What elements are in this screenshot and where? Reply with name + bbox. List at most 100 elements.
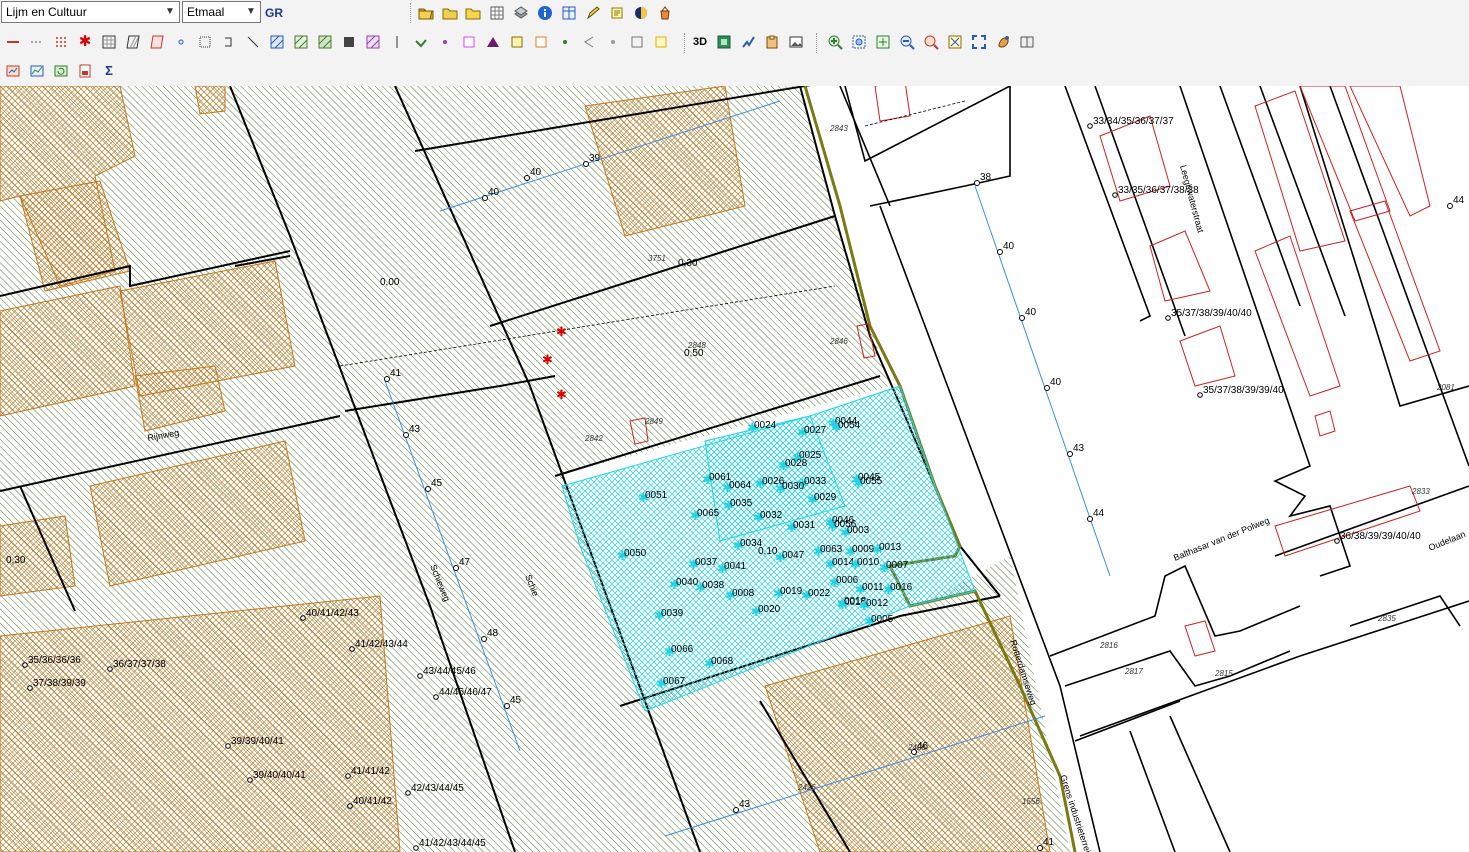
chart-icon[interactable] xyxy=(27,61,47,81)
star-red-icon[interactable]: ✱ xyxy=(556,324,567,339)
hatch-purple-icon[interactable] xyxy=(363,32,383,52)
pan-icon[interactable] xyxy=(993,32,1013,52)
filled-square-icon[interactable] xyxy=(339,32,359,52)
address-marker[interactable] xyxy=(413,845,419,851)
fullscreen-icon[interactable] xyxy=(969,32,989,52)
grid-window-icon[interactable] xyxy=(487,3,507,23)
pencil-icon[interactable] xyxy=(583,3,603,23)
corner-icon[interactable] xyxy=(219,32,239,52)
address-marker[interactable] xyxy=(1334,538,1340,544)
address-marker[interactable] xyxy=(1197,392,1203,398)
yellow-box-icon[interactable] xyxy=(651,32,671,52)
angle-icon[interactable] xyxy=(579,32,599,52)
elevation-marker[interactable] xyxy=(482,195,488,201)
hatch-square-icon[interactable] xyxy=(99,32,119,52)
address-marker[interactable] xyxy=(349,646,355,652)
vertical-line-icon[interactable] xyxy=(387,32,407,52)
box-outline-icon[interactable] xyxy=(627,32,647,52)
elevation-marker[interactable] xyxy=(1067,451,1073,457)
dot-grid-icon[interactable] xyxy=(51,32,71,52)
address-marker[interactable] xyxy=(405,790,411,796)
refresh-icon[interactable] xyxy=(51,61,71,81)
address-marker[interactable] xyxy=(347,803,353,809)
theme-icon[interactable] xyxy=(631,3,651,23)
address-marker[interactable] xyxy=(1165,315,1171,321)
sigma-icon[interactable]: Σ xyxy=(99,61,119,81)
address-marker[interactable] xyxy=(247,777,253,783)
address-marker[interactable] xyxy=(22,662,28,668)
elevation-marker[interactable] xyxy=(384,376,390,382)
orange-square-icon[interactable] xyxy=(531,32,551,52)
bucket-icon[interactable] xyxy=(655,3,675,23)
info-icon[interactable] xyxy=(535,3,555,23)
elevation-marker[interactable] xyxy=(1044,385,1050,391)
elevation-marker[interactable] xyxy=(504,703,510,709)
layer-select[interactable]: Lijm en Cultuur ▼ xyxy=(1,1,180,23)
address-marker[interactable] xyxy=(225,743,231,749)
dotted-square-icon[interactable] xyxy=(195,32,215,52)
dot-purple-icon[interactable] xyxy=(435,32,455,52)
zoom-out-icon[interactable] xyxy=(897,32,917,52)
elevation-marker[interactable] xyxy=(911,749,917,755)
route-icon[interactable] xyxy=(738,32,758,52)
notes-icon[interactable] xyxy=(607,3,627,23)
elevation-marker[interactable] xyxy=(1087,516,1093,522)
zoom-fit-icon[interactable] xyxy=(945,32,965,52)
hatch-parallel-icon[interactable] xyxy=(123,32,143,52)
elevation-marker[interactable] xyxy=(997,249,1003,255)
hatch-green-icon[interactable] xyxy=(315,32,335,52)
yellow-square-icon[interactable] xyxy=(507,32,527,52)
address-marker[interactable] xyxy=(417,673,423,679)
elevation-marker[interactable] xyxy=(1447,203,1453,209)
screen-capture-icon[interactable] xyxy=(714,32,734,52)
split-view-icon[interactable] xyxy=(1017,32,1037,52)
elevation-marker[interactable] xyxy=(1019,315,1025,321)
folder-yellow-icon[interactable] xyxy=(463,3,483,23)
table-icon[interactable] xyxy=(559,3,579,23)
image-icon[interactable] xyxy=(786,32,806,52)
star-red-icon[interactable]: ✱ xyxy=(75,32,95,52)
address-marker[interactable] xyxy=(345,773,351,779)
zoom-extent-icon[interactable] xyxy=(849,32,869,52)
diagonal-line-icon[interactable] xyxy=(243,32,263,52)
zoom-window-icon[interactable] xyxy=(873,32,893,52)
magenta-square-icon[interactable] xyxy=(459,32,479,52)
gray-dot-icon[interactable] xyxy=(603,32,623,52)
elevation-marker[interactable] xyxy=(453,565,459,571)
zoom-prev-icon[interactable] xyxy=(921,32,941,52)
elevation-marker[interactable] xyxy=(425,486,431,492)
clipboard-icon[interactable] xyxy=(762,32,782,52)
line-icon[interactable] xyxy=(3,32,23,52)
report-icon[interactable] xyxy=(3,61,23,81)
check-line-icon[interactable] xyxy=(411,32,431,52)
elevation-marker[interactable] xyxy=(524,175,530,181)
3d-icon[interactable]: 3D xyxy=(690,32,710,52)
dashed-line-icon[interactable] xyxy=(27,32,47,52)
address-marker[interactable] xyxy=(1087,123,1093,129)
hatch-red-icon[interactable] xyxy=(147,32,167,52)
export-icon[interactable] xyxy=(75,61,95,81)
address-marker[interactable] xyxy=(27,685,33,691)
elevation-marker[interactable] xyxy=(481,636,487,642)
folder-open-icon[interactable] xyxy=(416,3,436,23)
hatch-green-icon[interactable] xyxy=(291,32,311,52)
period-select[interactable]: Etmaal ▼ xyxy=(182,1,261,23)
folder-icon[interactable] xyxy=(440,3,460,23)
elevation-marker[interactable] xyxy=(974,180,980,186)
elevation-marker[interactable] xyxy=(733,807,739,813)
star-red-icon[interactable]: ✱ xyxy=(542,352,553,367)
elevation-marker[interactable] xyxy=(583,161,589,167)
gr-button[interactable]: GR xyxy=(265,6,283,20)
zoom-in-icon[interactable] xyxy=(825,32,845,52)
triangle-icon[interactable] xyxy=(483,32,503,52)
address-marker[interactable] xyxy=(433,694,439,700)
elevation-marker[interactable] xyxy=(403,432,409,438)
elevation-marker[interactable] xyxy=(1037,845,1043,851)
address-marker[interactable] xyxy=(1112,192,1118,198)
address-marker[interactable] xyxy=(107,666,113,672)
green-dot-icon[interactable] xyxy=(555,32,575,52)
star-red-icon[interactable]: ✱ xyxy=(556,387,567,402)
map-canvas[interactable]: Rijnweg Rotterdamseweg Grens industriete… xyxy=(0,86,1469,852)
hatch-blue-icon[interactable] xyxy=(267,32,287,52)
layers-icon[interactable] xyxy=(511,3,531,23)
